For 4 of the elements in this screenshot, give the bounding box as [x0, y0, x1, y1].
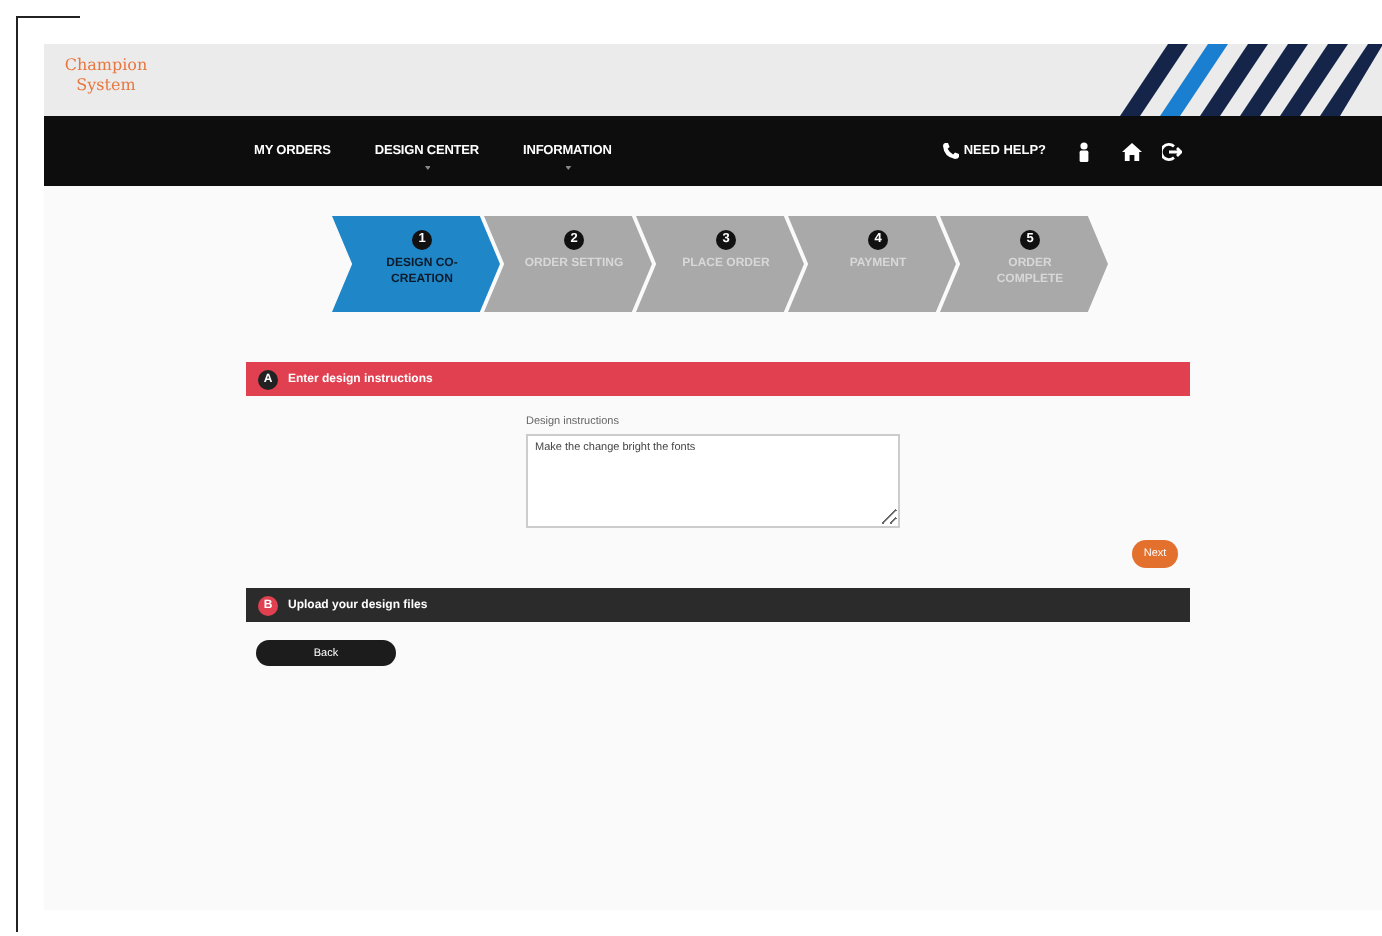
phone-icon: [941, 142, 960, 160]
user-icon[interactable]: [1078, 141, 1090, 161]
logout-icon[interactable]: [1162, 141, 1182, 161]
home-icon[interactable]: [1122, 141, 1142, 161]
